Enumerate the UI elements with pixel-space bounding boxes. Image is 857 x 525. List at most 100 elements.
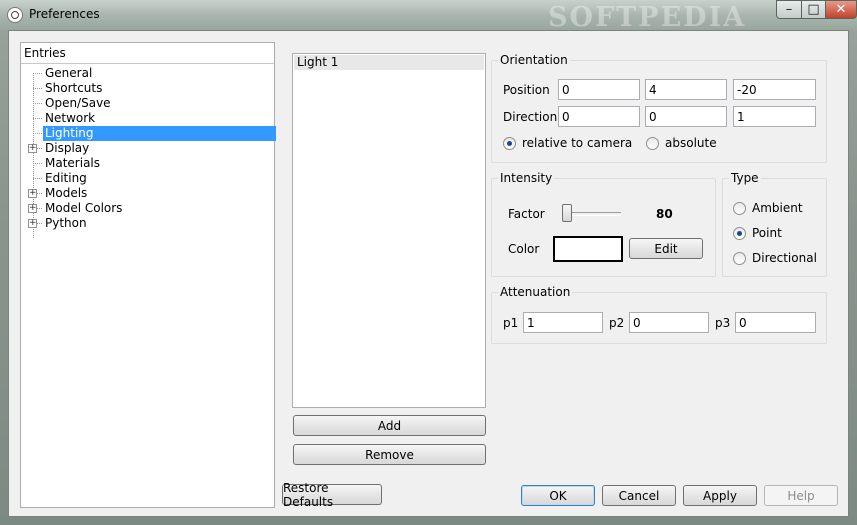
tree-item[interactable]: + Model Colors [21, 201, 274, 216]
tree-item[interactable]: + Display [21, 141, 274, 156]
tree-item[interactable]: Shortcuts [21, 81, 274, 96]
absolute-radio[interactable] [646, 137, 659, 150]
direction-y-input[interactable] [646, 107, 726, 126]
help-button[interactable]: Help [764, 485, 838, 506]
factor-slider-thumb[interactable] [562, 204, 572, 222]
tree-item[interactable]: + Models [21, 186, 274, 201]
type-label-point[interactable]: Point [752, 226, 782, 240]
edit-color-button[interactable]: Edit [629, 238, 703, 259]
tree-connector [33, 103, 42, 104]
type-radio-ambient[interactable] [733, 202, 746, 215]
position-x-input[interactable] [559, 80, 639, 99]
minimize-button[interactable]: – [776, 0, 802, 19]
tree-connector [33, 133, 42, 134]
add-button[interactable]: Add [293, 415, 486, 436]
tree-item-label: Model Colors [45, 201, 123, 215]
tree-item-label: Shortcuts [45, 81, 103, 95]
type-title: Type [729, 171, 761, 185]
close-button[interactable]: ✕ [825, 0, 857, 19]
factor-value: 80 [656, 207, 673, 221]
direction-z-input[interactable] [734, 107, 815, 126]
p1-input[interactable] [524, 313, 602, 332]
position-z-input[interactable] [734, 80, 815, 99]
tree-item[interactable]: Network [21, 111, 274, 126]
direction-x-field[interactable] [558, 106, 640, 127]
color-label: Color [508, 242, 540, 256]
tree-item[interactable]: General [21, 66, 274, 81]
close-icon: ✕ [835, 2, 847, 17]
preferences-window: Preferences SOFTPEDIA – □ ✕ Entries Gene… [0, 0, 857, 525]
tree-item[interactable]: Lighting [21, 126, 276, 141]
position-y-field[interactable] [645, 79, 727, 100]
direction-y-field[interactable] [645, 106, 727, 127]
tree-item-label: Open/Save [45, 96, 111, 110]
app-icon [7, 7, 23, 23]
p3-field[interactable] [735, 312, 816, 333]
restore-defaults-button[interactable]: Restore Defaults [282, 481, 382, 509]
tree-connector [33, 88, 42, 89]
tree-item[interactable]: Open/Save [21, 96, 274, 111]
orientation-title: Orientation [498, 53, 570, 67]
tree-connector [33, 118, 42, 119]
entries-tree[interactable]: Entries General Shortcuts Open/Save Network… [20, 42, 276, 508]
list-item[interactable]: Light 1 [294, 55, 484, 70]
cancel-button[interactable]: Cancel [602, 485, 676, 506]
type-radio-point[interactable] [733, 227, 746, 240]
tree-item-label: Python [45, 216, 87, 230]
tree-connector [37, 148, 42, 149]
tree-connector [37, 208, 42, 209]
title-bar[interactable]: Preferences SOFTPEDIA – □ ✕ [0, 0, 857, 33]
tree-item[interactable]: + Python [21, 216, 274, 231]
tree-connector [33, 163, 42, 164]
tree-item-label: General [45, 66, 93, 80]
tree-item-label: Display [45, 141, 90, 155]
type-label-ambient[interactable]: Ambient [752, 201, 803, 215]
intensity-title: Intensity [498, 171, 555, 185]
type-radio-directional[interactable] [733, 252, 746, 265]
factor-label: Factor [508, 207, 545, 221]
tree-item[interactable]: Materials [21, 156, 274, 171]
remove-button[interactable]: Remove [293, 444, 486, 465]
tree-item-label: Editing [45, 171, 87, 185]
tree-connector [37, 223, 42, 224]
tree-item-label: Network [45, 111, 96, 125]
relative-to-camera-radio[interactable] [503, 137, 516, 150]
color-swatch[interactable] [553, 236, 623, 262]
p1-label: p1 [503, 316, 519, 330]
expand-plus-icon[interactable]: + [28, 144, 37, 153]
position-x-field[interactable] [558, 79, 640, 100]
p1-field[interactable] [523, 312, 603, 333]
p3-label: p3 [715, 316, 731, 330]
lights-list[interactable]: Light 1 [292, 53, 486, 408]
tree-item-label: Materials [45, 156, 101, 170]
expand-plus-icon[interactable]: + [28, 204, 37, 213]
minimize-icon: – [785, 2, 793, 17]
relative-to-camera-label[interactable]: relative to camera [522, 136, 632, 150]
absolute-label[interactable]: absolute [665, 136, 717, 150]
tree-item[interactable]: Editing [21, 171, 274, 186]
tree-connector [33, 178, 42, 179]
ok-button[interactable]: OK [521, 485, 595, 506]
position-y-input[interactable] [646, 80, 726, 99]
expand-plus-icon[interactable]: + [28, 189, 37, 198]
p2-label: p2 [609, 316, 625, 330]
direction-label: Direction [503, 110, 558, 124]
direction-z-field[interactable] [733, 106, 816, 127]
dialog-client-area: Entries General Shortcuts Open/Save Network… [8, 30, 849, 517]
p3-input[interactable] [736, 313, 815, 332]
direction-x-input[interactable] [559, 107, 639, 126]
tree-connector [33, 73, 42, 74]
position-z-field[interactable] [733, 79, 816, 100]
intensity-group [491, 178, 716, 277]
expand-plus-icon[interactable]: + [28, 219, 37, 228]
window-title: Preferences [29, 7, 100, 21]
maximize-icon: □ [807, 2, 820, 17]
tree-item-label: Models [45, 186, 88, 200]
maximize-button[interactable]: □ [801, 0, 826, 19]
p2-input[interactable] [630, 313, 708, 332]
apply-button[interactable]: Apply [683, 485, 757, 506]
p2-field[interactable] [629, 312, 709, 333]
type-label-directional[interactable]: Directional [752, 251, 817, 265]
attenuation-title: Attenuation [498, 285, 573, 299]
tree-connector [37, 193, 42, 194]
